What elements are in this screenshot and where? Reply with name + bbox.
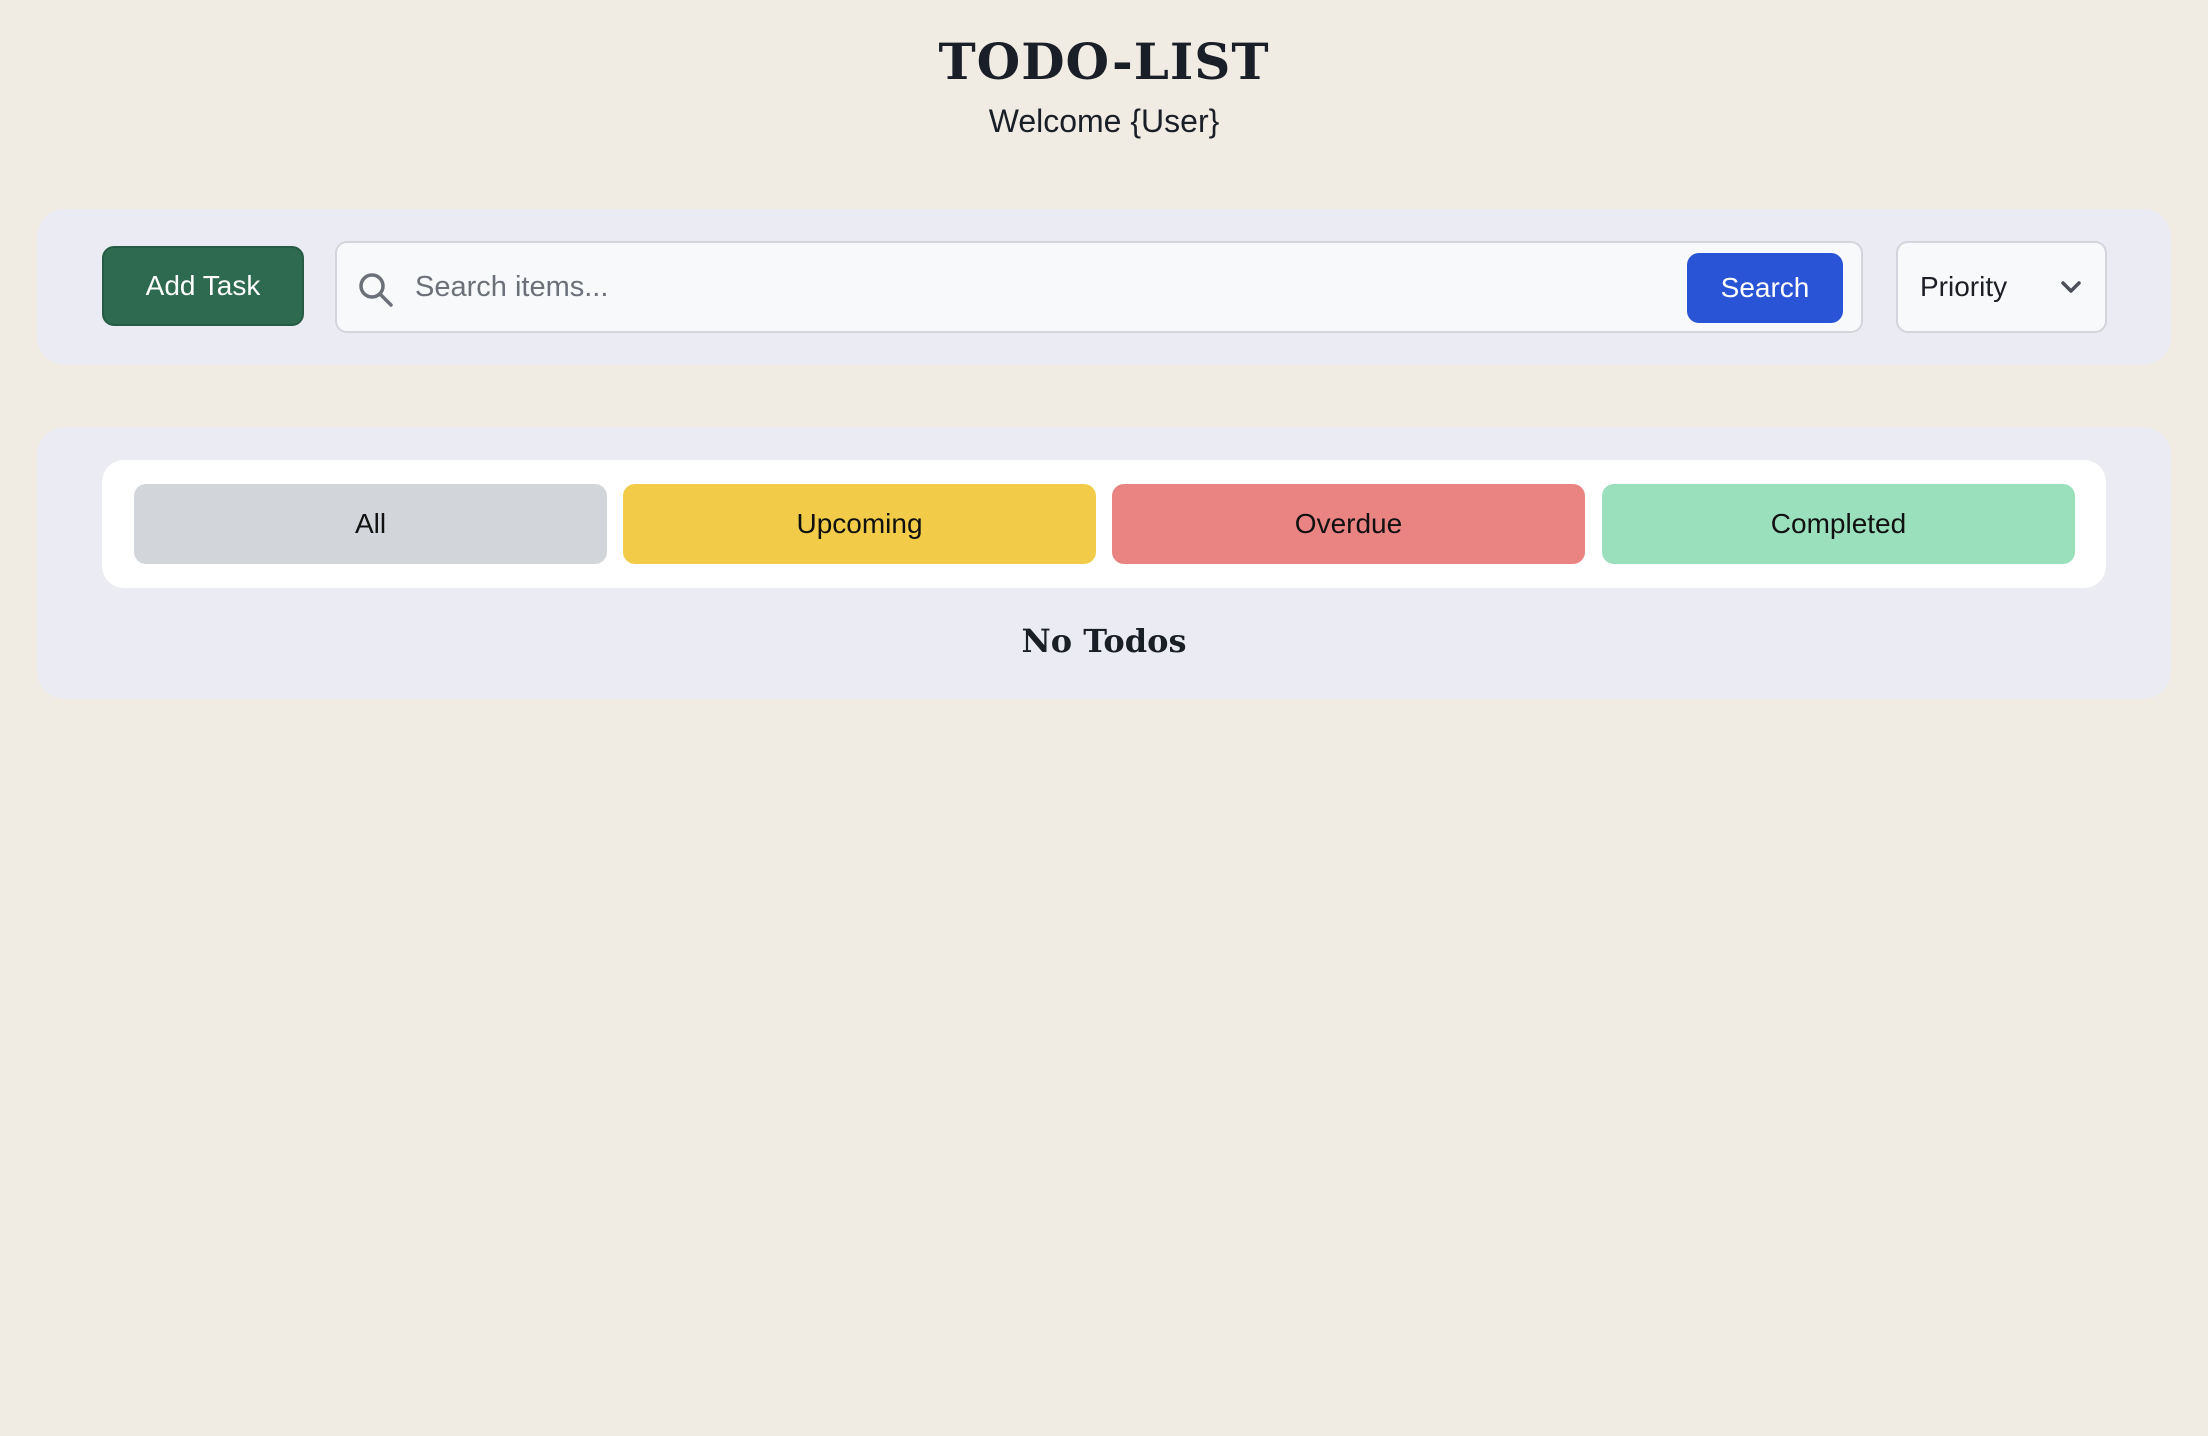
welcome-message: Welcome {User} — [988, 103, 1220, 139]
priority-select-value: Priority — [1920, 271, 2008, 302]
priority-select[interactable]: Priority — [1896, 241, 2107, 333]
filter-tabs: All Upcoming Overdue Completed — [102, 460, 2106, 588]
tab-completed[interactable]: Completed — [1602, 484, 2075, 564]
chevron-down-icon — [2061, 281, 2081, 293]
todo-list-panel: All Upcoming Overdue Completed No Todos — [37, 427, 2171, 699]
empty-state-message: No Todos — [1021, 622, 1187, 660]
search-icon — [359, 273, 393, 307]
search-input[interactable] — [415, 257, 1575, 317]
toolbar: Add Task Search Priority — [37, 209, 2171, 365]
page-title: TODO-LIST — [938, 32, 1270, 91]
tab-upcoming[interactable]: Upcoming — [623, 484, 1096, 564]
search-button[interactable]: Search — [1687, 253, 1843, 323]
tab-overdue[interactable]: Overdue — [1112, 484, 1585, 564]
search-box: Search — [335, 241, 1863, 333]
add-task-button[interactable]: Add Task — [102, 246, 304, 326]
tab-all[interactable]: All — [134, 484, 607, 564]
